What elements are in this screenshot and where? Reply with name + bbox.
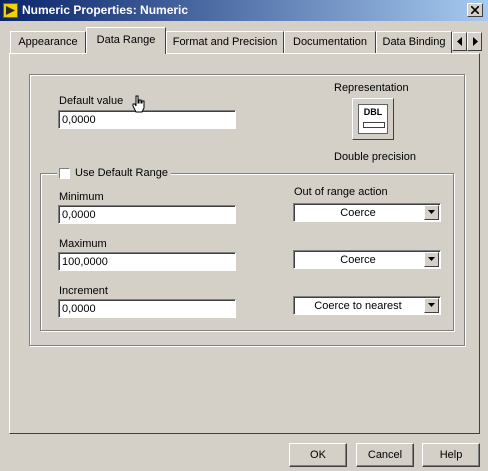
tab-data-binding[interactable]: Data Binding	[376, 31, 452, 53]
tab-label: Format and Precision	[172, 36, 278, 48]
tab-label: Data Binding	[382, 36, 446, 48]
arrow-left-icon	[456, 37, 462, 46]
close-icon	[471, 6, 479, 14]
tab-data-range[interactable]: Data Range	[86, 27, 166, 54]
window-title: Numeric Properties: Numeric	[22, 3, 189, 17]
tab-scroll-left-button[interactable]	[452, 32, 467, 51]
labview-app-icon	[3, 3, 18, 18]
title-bar: Numeric Properties: Numeric	[0, 0, 488, 21]
arrow-right-icon	[472, 37, 478, 46]
cancel-button-label: Cancel	[367, 449, 403, 461]
tab-appearance[interactable]: Appearance	[10, 31, 86, 53]
ok-button[interactable]: OK	[289, 443, 347, 467]
tab-panel-data-range	[9, 53, 480, 434]
help-button[interactable]: Help	[422, 443, 480, 467]
tab-label: Documentation	[293, 36, 367, 48]
tab-label: Appearance	[18, 36, 78, 48]
ok-button-label: OK	[310, 449, 326, 461]
tab-format-and-precision[interactable]: Format and Precision	[166, 31, 284, 53]
help-button-label: Help	[439, 449, 463, 461]
cancel-button[interactable]: Cancel	[356, 443, 414, 467]
tab-documentation[interactable]: Documentation	[284, 31, 376, 53]
close-button[interactable]	[467, 3, 483, 17]
tab-scroll-right-button[interactable]	[467, 32, 482, 51]
tab-label: Data Range	[96, 34, 156, 46]
active-tab-join	[88, 52, 164, 55]
